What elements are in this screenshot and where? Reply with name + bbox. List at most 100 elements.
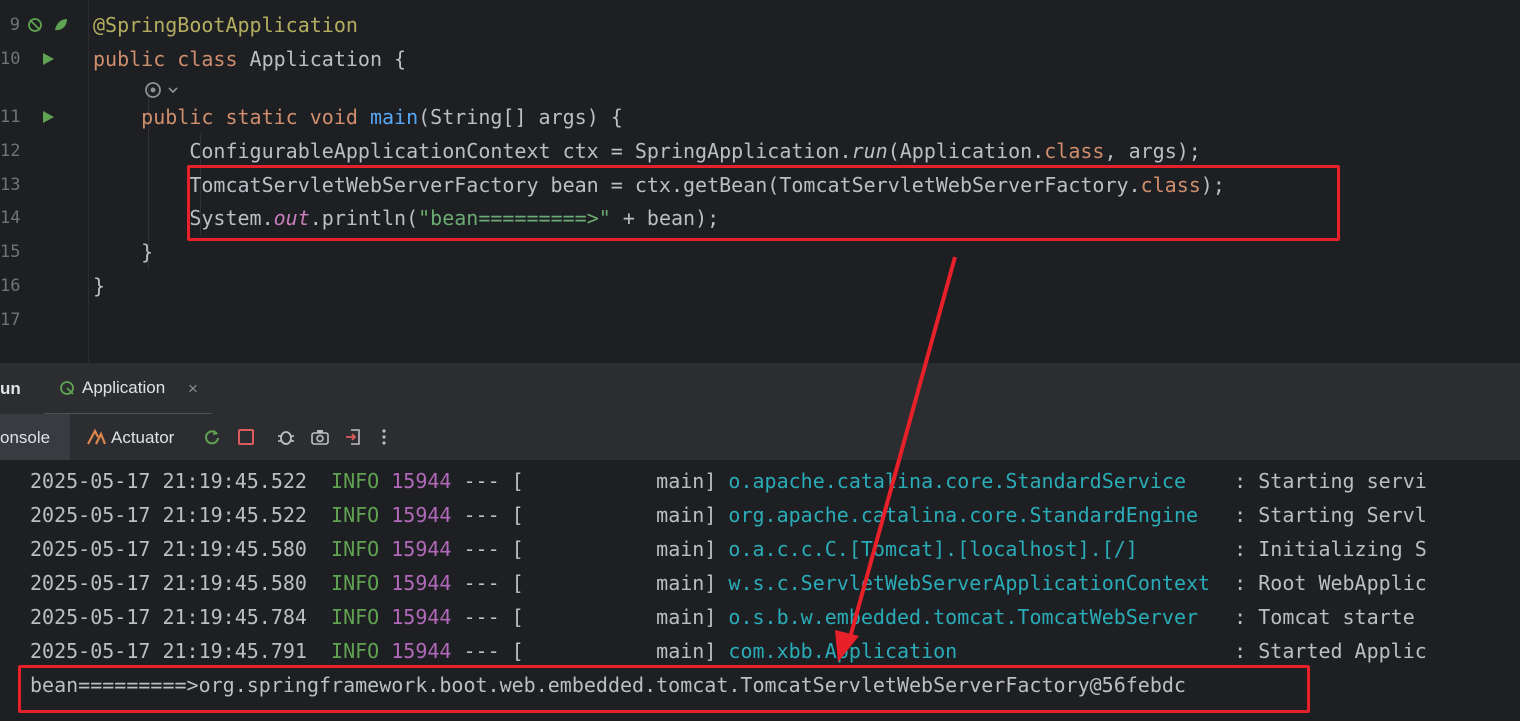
line-number: 12 — [0, 141, 21, 161]
output-highlight-box — [18, 665, 1310, 713]
no-bean-icon[interactable] — [27, 17, 43, 33]
log-level: INFO — [331, 537, 392, 561]
log-pid: 15944 — [391, 639, 452, 663]
actuator-icon — [87, 428, 106, 445]
line-number: 13 — [0, 175, 21, 195]
line-number: 17 — [0, 310, 21, 330]
code-line: 11 public static void main(String[] args… — [0, 100, 1520, 134]
log-timestamp: 2025-05-17 21:19:45.522 — [30, 503, 332, 527]
log-timestamp: 2025-05-17 21:19:45.580 — [30, 571, 332, 595]
log-thread: --- [ main] — [451, 605, 729, 629]
code-text: public static void main(String[] args) { — [93, 100, 623, 134]
rerun-icon[interactable] — [203, 428, 221, 446]
run-icon[interactable] — [40, 51, 56, 67]
code-token: (String[] args) { — [418, 105, 623, 129]
code-token: class — [1044, 139, 1105, 163]
code-token: public class — [93, 47, 250, 71]
code-line: 17 — [0, 303, 1520, 337]
log-thread: --- [ main] — [451, 503, 729, 527]
code-token: Application { — [249, 47, 407, 71]
log-row: 2025-05-17 21:19:45.791 INFO 15944 --- [… — [30, 634, 1427, 668]
code-line: 10 public class Application { — [0, 42, 1520, 76]
log-message: : Tomcat starte — [1222, 605, 1415, 629]
code-token: main — [369, 105, 419, 129]
run-label: un — [0, 379, 21, 398]
log-logger: o.apache.catalina.core.StandardService — [728, 469, 1223, 493]
log-timestamp: 2025-05-17 21:19:45.791 — [30, 639, 332, 663]
close-icon[interactable]: × — [188, 379, 198, 399]
code-text: ConfigurableApplicationContext ctx = Spr… — [93, 134, 1200, 168]
code-line: 12 ConfigurableApplicationContext ctx = … — [0, 134, 1520, 168]
code-text: } — [93, 235, 153, 269]
line-number: 11 — [0, 107, 21, 127]
code-token: run — [851, 139, 888, 163]
code-line: 16 } — [0, 269, 1520, 303]
log-level: INFO — [331, 639, 392, 663]
code-token: @SpringBootApplication — [93, 13, 358, 37]
run-tool-window-header: un Application × — [0, 362, 1520, 416]
code-token: } — [93, 240, 154, 264]
code-line: 9 @SpringBootApplication — [0, 8, 1520, 42]
code-token: public static void — [141, 105, 370, 129]
log-level: INFO — [331, 605, 392, 629]
tab-console[interactable]: onsole — [0, 414, 70, 460]
log-thread: --- [ main] — [451, 469, 729, 493]
exit-icon[interactable] — [344, 427, 362, 447]
tab-actuator[interactable]: Actuator — [111, 428, 174, 448]
log-message: : Starting servi — [1222, 469, 1427, 493]
log-thread: --- [ main] — [451, 537, 729, 561]
line-number: 15 — [0, 242, 21, 262]
more-options-icon[interactable] — [379, 428, 389, 446]
log-logger: o.s.b.w.embedded.tomcat.TomcatWebServer — [728, 605, 1223, 629]
line-number: 9 — [9, 15, 20, 35]
log-level: INFO — [331, 469, 392, 493]
log-logger: org.apache.catalina.core.StandardEngine — [728, 503, 1223, 527]
log-level: INFO — [331, 571, 392, 595]
line-number: 10 — [0, 49, 21, 69]
log-pid: 15944 — [391, 503, 452, 527]
chevron-down-icon[interactable] — [167, 84, 179, 96]
console-output[interactable]: 2025-05-17 21:19:45.522 INFO 15944 --- [… — [0, 460, 1520, 721]
log-pid: 15944 — [391, 605, 452, 629]
spring-bean-icon[interactable] — [53, 17, 69, 33]
log-logger: com.xbb.Application — [728, 639, 1223, 663]
log-pid: 15944 — [391, 537, 452, 561]
stop-icon[interactable] — [237, 428, 255, 446]
run-icon[interactable] — [40, 109, 56, 125]
log-pid: 15944 — [391, 469, 452, 493]
log-timestamp: 2025-05-17 21:19:45.784 — [30, 605, 332, 629]
code-editor[interactable]: 9 @SpringBootApplication 10 public class… — [0, 0, 1520, 362]
log-row: 2025-05-17 21:19:45.522 INFO 15944 --- [… — [30, 498, 1427, 532]
code-text: public class Application { — [93, 42, 406, 76]
console-label: onsole — [0, 428, 51, 447]
line-number: 16 — [0, 276, 21, 296]
log-row: 2025-05-17 21:19:45.580 INFO 15944 --- [… — [30, 566, 1427, 600]
log-row: 2025-05-17 21:19:45.522 INFO 15944 --- [… — [30, 464, 1427, 498]
log-logger: o.a.c.c.C.[Tomcat].[localhost].[/] — [728, 537, 1223, 561]
spring-endpoint-icon[interactable] — [143, 80, 163, 100]
line-number: 14 — [0, 208, 21, 228]
code-token: } — [93, 274, 106, 298]
code-token: (Application. — [887, 139, 1045, 163]
code-text: } — [93, 269, 105, 303]
log-message: : Started Applic — [1222, 639, 1427, 663]
code-token: ConfigurableApplicationContext ctx = Spr… — [93, 139, 852, 163]
run-toolbar: onsole Actuator — [0, 414, 1520, 461]
log-thread: --- [ main] — [451, 571, 729, 595]
spring-app-icon — [60, 381, 74, 395]
log-message: : Starting Servl — [1222, 503, 1427, 527]
log-pid: 15944 — [391, 571, 452, 595]
debug-icon[interactable] — [276, 427, 296, 447]
code-text: @SpringBootApplication — [93, 8, 358, 42]
code-highlight-box — [187, 165, 1340, 241]
log-row: 2025-05-17 21:19:45.784 INFO 15944 --- [… — [30, 600, 1415, 634]
tab-application[interactable]: Application × — [44, 363, 212, 416]
camera-icon[interactable] — [310, 428, 330, 446]
log-timestamp: 2025-05-17 21:19:45.580 — [30, 537, 332, 561]
log-row: 2025-05-17 21:19:45.580 INFO 15944 --- [… — [30, 532, 1427, 566]
log-level: INFO — [331, 503, 392, 527]
log-message: : Root WebApplic — [1222, 571, 1427, 595]
log-message: : Initializing S — [1222, 537, 1427, 561]
log-logger: w.s.c.ServletWebServerApplicationContext — [728, 571, 1223, 595]
